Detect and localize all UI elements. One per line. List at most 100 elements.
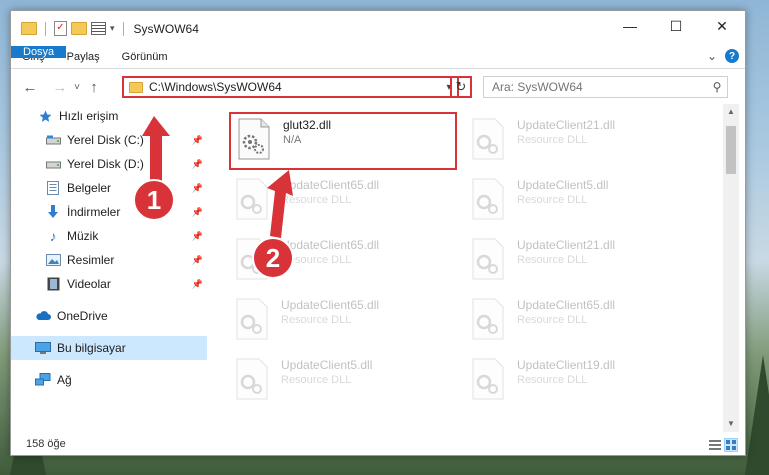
window-controls: — ☐ ✕ — [607, 11, 745, 41]
sidebar-item-label: OneDrive — [57, 309, 108, 323]
sidebar-item-network[interactable]: Ağ — [11, 368, 207, 392]
search-icon[interactable]: ⚲ — [707, 80, 727, 94]
arrow-up-icon — [142, 116, 170, 188]
dll-file-icon — [235, 298, 269, 340]
pin-icon[interactable]: 📌 — [192, 279, 203, 290]
sidebar-item-label: Bu bilgisayar — [57, 341, 126, 355]
item-count: 158 öğe — [26, 438, 66, 450]
sidebar-item-label: Belgeler — [67, 181, 112, 195]
tab-file[interactable]: Dosya — [11, 46, 67, 58]
close-button[interactable]: ✕ — [699, 11, 745, 41]
file-type: Resource DLL — [517, 314, 588, 326]
sidebar-item-label: Resimler — [67, 253, 115, 267]
pin-icon[interactable]: 📌 — [192, 255, 203, 266]
sidebar-item-label: Müzik — [67, 229, 99, 243]
dll-file-icon — [237, 118, 271, 160]
search-box[interactable]: ⚲ — [483, 76, 728, 98]
dll-file-icon — [471, 178, 505, 220]
ribbon-right: ⌄ ? — [707, 49, 739, 63]
step-2-marker: 2 — [252, 170, 294, 279]
cloud-icon — [35, 311, 51, 321]
list-item[interactable]: UpdateClient19.dll Resource DLL — [471, 358, 615, 400]
file-text: UpdateClient65.dll Resource DLL — [281, 298, 379, 328]
pin-icon[interactable]: 📌 — [192, 159, 203, 170]
list-item[interactable]: UpdateClient5.dll Resource DLL — [235, 358, 372, 400]
file-name: UpdateClient19.dll — [517, 358, 616, 372]
file-type: Resource DLL — [281, 314, 352, 326]
file-name: UpdateClient21.dll — [517, 238, 616, 252]
downloads-icon — [45, 205, 61, 219]
star-icon — [37, 110, 53, 123]
sidebar-item-label: Ağ — [57, 373, 72, 387]
file-name: UpdateClient21.dll — [517, 118, 616, 132]
scrollbar-thumb[interactable] — [726, 126, 736, 174]
file-text: UpdateClient21.dll Resource DLL — [517, 238, 615, 268]
up-button[interactable]: ↑ — [83, 79, 105, 96]
pin-icon[interactable]: 📌 — [192, 207, 203, 218]
pin-icon[interactable]: 📌 — [192, 135, 203, 146]
network-icon — [35, 373, 51, 387]
customize-toolbar-icon[interactable]: ▾ — [110, 23, 115, 34]
divider — [122, 21, 124, 36]
file-name: UpdateClient65.dll — [517, 298, 616, 312]
properties-icon[interactable] — [91, 22, 106, 35]
file-type: N/A — [283, 134, 302, 146]
file-type: Resource DLL — [517, 254, 588, 266]
quick-access-toolbar: ✓ ▾ — [11, 21, 128, 36]
back-button[interactable]: ← — [19, 79, 41, 96]
file-text: UpdateClient65.dll Resource DLL — [517, 298, 615, 328]
sidebar-item-onedrive[interactable]: OneDrive — [11, 304, 207, 328]
sidebar-item-pictures[interactable]: Resimler 📌 — [11, 248, 207, 272]
list-item[interactable]: UpdateClient21.dll Resource DLL — [471, 238, 615, 280]
pictures-icon — [45, 254, 61, 266]
videos-icon — [45, 277, 61, 291]
folder-icon — [21, 22, 37, 35]
pin-icon[interactable]: 📌 — [192, 183, 203, 194]
list-item[interactable]: UpdateClient21.dll Resource DLL — [471, 118, 615, 160]
address-path[interactable]: C:\Windows\SysWOW64 — [149, 80, 441, 94]
title-bar: ✓ ▾ SysWOW64 — ☐ ✕ — [11, 11, 745, 46]
address-bar[interactable]: C:\Windows\SysWOW64 ▾ — [122, 76, 459, 98]
vertical-scrollbar[interactable]: ▲ ▼ — [723, 104, 739, 432]
pin-icon[interactable]: 📌 — [192, 231, 203, 242]
properties-check-icon[interactable]: ✓ — [54, 21, 67, 36]
status-bar: 158 öğe — [11, 433, 745, 455]
computer-icon — [35, 341, 51, 355]
file-text: UpdateClient19.dll Resource DLL — [517, 358, 615, 388]
sidebar-item-label: Videolar — [67, 277, 111, 291]
sidebar-item-label: İndirmeler — [67, 205, 121, 219]
expand-ribbon-icon[interactable]: ⌄ — [707, 49, 717, 63]
ribbon-tabs: Dosya Giriş Paylaş Görünüm ⌄ ? — [11, 46, 745, 69]
file-name: UpdateClient5.dll — [281, 358, 373, 372]
file-type: Resource DLL — [517, 194, 588, 206]
scroll-up-icon[interactable]: ▲ — [723, 104, 739, 120]
file-text: UpdateClient5.dll Resource DLL — [281, 358, 372, 388]
new-folder-icon[interactable] — [71, 22, 87, 35]
details-view-icon[interactable] — [709, 439, 721, 451]
sidebar-item-this-pc[interactable]: Bu bilgisayar — [11, 336, 207, 360]
recent-locations-button[interactable]: ˅ — [71, 82, 83, 93]
file-type: Resource DLL — [517, 374, 588, 386]
arrow-up-icon — [267, 170, 293, 238]
step-number: 2 — [266, 243, 280, 273]
refresh-button[interactable]: ↻ — [450, 76, 472, 98]
forward-button[interactable]: → — [49, 79, 71, 96]
list-item[interactable]: UpdateClient5.dll Resource DLL — [471, 178, 608, 220]
sidebar-item-videos[interactable]: Videolar 📌 — [11, 272, 207, 296]
list-item[interactable]: UpdateClient65.dll Resource DLL — [471, 298, 615, 340]
tab-view[interactable]: Görünüm — [111, 46, 179, 68]
explorer-window: ✓ ▾ SysWOW64 — ☐ ✕ Dosya Giriş Paylaş Gö… — [10, 10, 746, 456]
minimize-button[interactable]: — — [607, 11, 653, 41]
search-input[interactable] — [484, 79, 707, 95]
dll-file-icon — [471, 358, 505, 400]
window-title: SysWOW64 — [133, 21, 199, 36]
dll-file-icon — [235, 358, 269, 400]
dll-file-icon — [471, 238, 505, 280]
scroll-down-icon[interactable]: ▼ — [723, 416, 739, 432]
list-item[interactable]: UpdateClient65.dll Resource DLL — [235, 298, 379, 340]
maximize-button[interactable]: ☐ — [653, 11, 699, 41]
large-icons-view-icon[interactable] — [724, 438, 738, 452]
list-item[interactable]: glut32.dll N/A — [229, 112, 457, 170]
help-icon[interactable]: ? — [725, 49, 739, 63]
